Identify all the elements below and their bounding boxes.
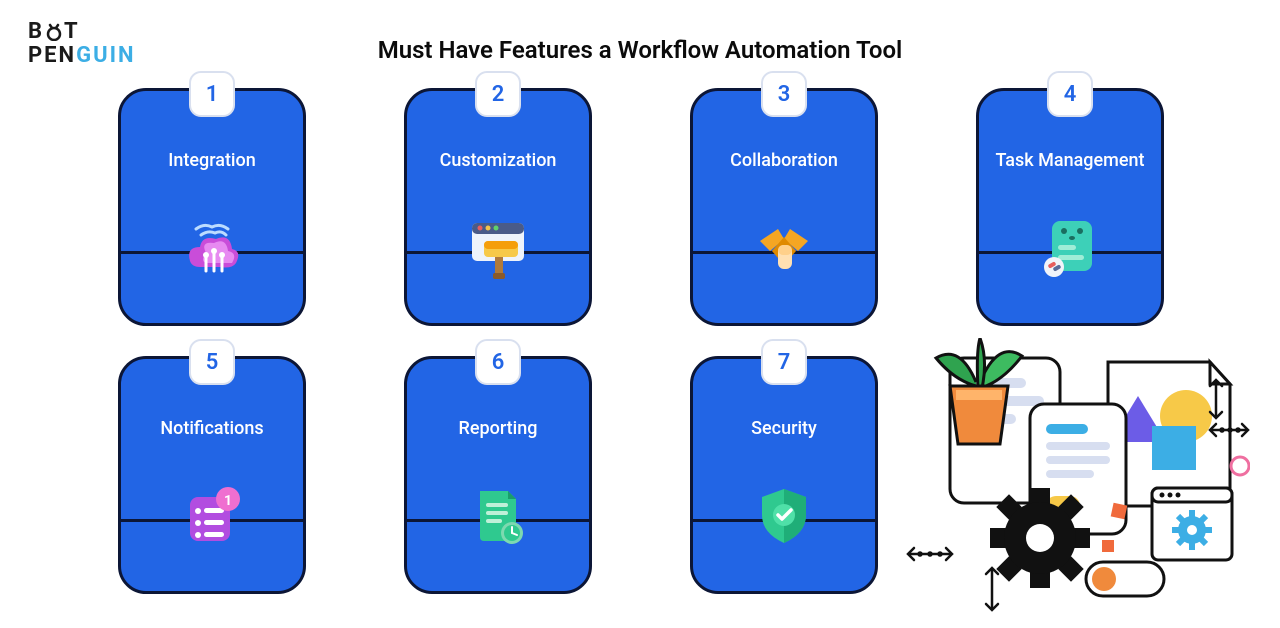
card-badge: 2 <box>475 71 521 117</box>
report-clock-icon <box>462 479 534 551</box>
card-badge: 4 <box>1047 71 1093 117</box>
brand-line2a: PEN <box>28 43 76 68</box>
handshake-icon <box>748 211 820 283</box>
card-badge: 5 <box>189 339 235 385</box>
svg-text:1: 1 <box>224 493 232 509</box>
card-customization: 2 Customization <box>404 88 592 326</box>
card-task-management: 4 Task Management <box>976 88 1164 326</box>
card-label: Customization <box>407 149 589 172</box>
card-label: Collaboration <box>693 149 875 172</box>
card-label: Security <box>693 417 875 440</box>
shield-check-icon <box>748 479 820 551</box>
card-reporting: 6 Reporting <box>404 356 592 594</box>
brand-line2b: GUIN <box>76 43 135 68</box>
card-security: 7 Security <box>690 356 878 594</box>
task-board-icon <box>1034 211 1106 283</box>
brand-line1a: B <box>28 19 44 44</box>
card-integration: 1 Integration <box>118 88 306 326</box>
list-badge-icon: 1 <box>176 479 248 551</box>
card-notifications: 5 Notifications 1 <box>118 356 306 594</box>
card-label: Integration <box>121 149 303 172</box>
brand-line1b: T <box>64 19 80 44</box>
page-title: Must Have Features a Workflow Automation… <box>378 36 903 64</box>
card-badge: 3 <box>761 71 807 117</box>
card-badge: 1 <box>189 71 235 117</box>
card-label: Reporting <box>407 417 589 440</box>
card-badge: 6 <box>475 339 521 385</box>
card-label: Notifications <box>121 417 303 440</box>
card-label: Task Management <box>979 149 1161 172</box>
cloud-wifi-icon <box>176 211 248 283</box>
window-paint-icon <box>462 211 534 283</box>
card-collaboration: 3 Collaboration <box>690 88 878 326</box>
brand-logo: BT PENGUIN <box>28 20 136 68</box>
workflow-collage-illustration <box>880 338 1250 618</box>
card-badge: 7 <box>761 339 807 385</box>
